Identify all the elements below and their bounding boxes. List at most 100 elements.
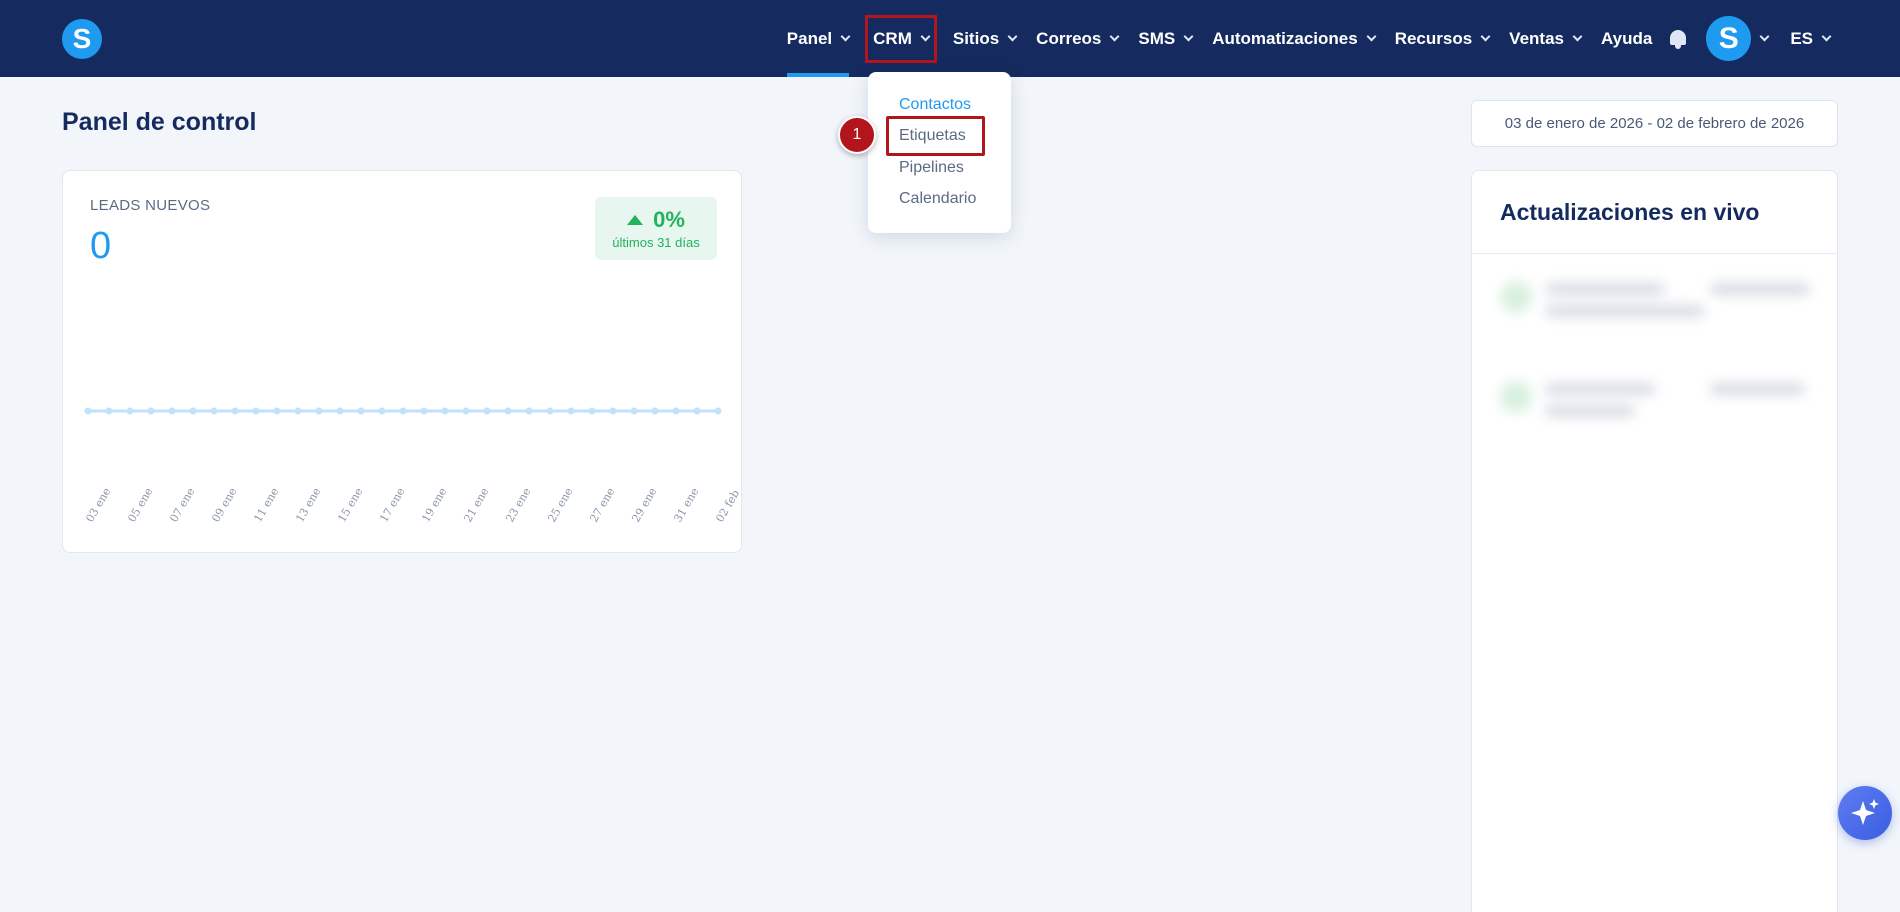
step-badge: 1	[838, 116, 876, 154]
data-point[interactable]	[189, 407, 197, 415]
bell-icon[interactable]	[1668, 28, 1688, 50]
data-point[interactable]	[651, 407, 659, 415]
x-tick-label: 09 ene	[209, 485, 239, 524]
data-point[interactable]	[546, 407, 554, 415]
x-tick-label: 17 ene	[377, 485, 407, 524]
chevron-down-icon	[1821, 31, 1832, 42]
data-point[interactable]	[378, 407, 386, 415]
data-point[interactable]	[399, 407, 407, 415]
blurred-text	[1710, 283, 1810, 295]
data-point[interactable]	[294, 407, 302, 415]
language-label: ES	[1790, 28, 1813, 48]
blurred-avatar	[1500, 281, 1532, 313]
x-tick-label: 05 ene	[125, 485, 155, 524]
chevron-down-icon	[840, 31, 851, 42]
x-tick-label: 27 ene	[587, 485, 617, 524]
chevron-down-icon	[1480, 31, 1491, 42]
live-updates-panel: Actualizaciones en vivo	[1471, 170, 1838, 912]
blurred-avatar	[1500, 381, 1532, 413]
data-point[interactable]	[357, 407, 365, 415]
chevron-down-icon	[1572, 31, 1583, 42]
x-tick-label: 07 ene	[167, 485, 197, 524]
nav-ayuda-label: Ayuda	[1600, 28, 1653, 48]
data-point[interactable]	[588, 407, 596, 415]
x-tick-label: 11 ene	[251, 485, 281, 524]
x-tick-label: 02 feb	[713, 488, 742, 525]
data-point[interactable]	[630, 407, 638, 415]
x-tick-label: 21 ene	[461, 485, 491, 524]
x-tick-label: 03 ene	[83, 485, 113, 524]
leads-chart: 03 ene 05 ene 07 ene 09 ene 11 ene 13 ene 15 e…	[83, 407, 742, 525]
bell-icon-clapper	[1675, 44, 1682, 49]
etiquetas-highlight-box	[886, 116, 985, 156]
page-title: Panel de control	[62, 108, 257, 136]
data-point[interactable]	[441, 407, 449, 415]
nav-crm[interactable]: CRM	[865, 14, 937, 63]
x-tick-label: 15 ene	[335, 485, 365, 524]
data-point[interactable]	[168, 407, 176, 415]
data-point[interactable]	[462, 407, 470, 415]
data-point[interactable]	[252, 407, 260, 415]
blurred-update-item	[1500, 371, 1815, 451]
chevron-down-icon	[1366, 31, 1377, 42]
data-point[interactable]	[420, 407, 428, 415]
nav-sms[interactable]: SMS	[1128, 0, 1202, 77]
data-point[interactable]	[231, 407, 239, 415]
nav-recursos-label: Recursos	[1394, 28, 1473, 48]
avatar: S	[1706, 16, 1752, 61]
nav-recursos[interactable]: Recursos	[1385, 0, 1499, 77]
data-point[interactable]	[504, 407, 512, 415]
data-point[interactable]	[336, 407, 344, 415]
nav-sms-label: SMS	[1138, 28, 1176, 48]
chevron-down-icon	[1759, 31, 1770, 42]
x-tick-label: 13 ene	[293, 485, 323, 524]
chevron-down-icon	[1183, 31, 1194, 42]
data-point[interactable]	[714, 407, 722, 415]
data-point[interactable]	[693, 407, 701, 415]
bell-icon-body	[1670, 29, 1687, 45]
nav-correos[interactable]: Correos	[1026, 0, 1128, 77]
nav-panel-label: Panel	[786, 28, 833, 48]
data-point[interactable]	[525, 407, 533, 415]
leads-card: LEADS NUEVOS 0 0% últimos 31 días 03 ene…	[62, 170, 742, 553]
nav-ventas[interactable]: Ventas	[1499, 0, 1591, 77]
data-point[interactable]	[273, 407, 281, 415]
data-point[interactable]	[105, 407, 113, 415]
sparkle-icon	[1851, 799, 1879, 825]
nav-sitios-label: Sitios	[952, 28, 1000, 48]
blurred-text	[1545, 305, 1705, 317]
data-point[interactable]	[483, 407, 491, 415]
nav-panel[interactable]: Panel	[777, 0, 859, 77]
blurred-text	[1545, 405, 1635, 417]
nav-sitios[interactable]: Sitios	[943, 0, 1026, 77]
data-point[interactable]	[609, 407, 617, 415]
data-point[interactable]	[210, 407, 218, 415]
data-point[interactable]	[672, 407, 680, 415]
x-tick-label: 29 ene	[629, 485, 659, 524]
blurred-text	[1710, 383, 1805, 395]
divider	[1472, 253, 1837, 254]
top-navigation-bar: S Panel CRM Sitios Correos SMS Automatiz…	[0, 0, 1900, 77]
nav-ayuda[interactable]: Ayuda	[1591, 0, 1662, 77]
x-tick-label: 19 ene	[419, 485, 449, 524]
menu-item-contactos[interactable]: Contactos	[899, 96, 971, 114]
brand-logo[interactable]: S	[62, 19, 102, 59]
data-point[interactable]	[126, 407, 134, 415]
data-point[interactable]	[315, 407, 323, 415]
date-range-picker[interactable]: 03 de enero de 2026 - 02 de febrero de 2…	[1471, 100, 1838, 147]
menu-item-pipelines[interactable]: Pipelines	[899, 159, 964, 177]
live-updates-title: Actualizaciones en vivo	[1500, 199, 1760, 225]
data-point[interactable]	[84, 407, 92, 415]
data-point[interactable]	[147, 407, 155, 415]
ai-assistant-button[interactable]	[1838, 786, 1892, 840]
main-nav: Panel CRM Sitios Correos SMS Automatizac…	[777, 0, 1840, 77]
nav-correos-label: Correos	[1036, 28, 1102, 48]
user-menu[interactable]: S	[1702, 16, 1780, 61]
language-selector[interactable]: ES	[1780, 0, 1840, 77]
x-tick-label: 23 ene	[503, 485, 533, 524]
nav-ventas-label: Ventas	[1509, 28, 1564, 48]
nav-crm-label: CRM	[873, 28, 912, 48]
nav-automatizaciones[interactable]: Automatizaciones	[1202, 0, 1384, 77]
menu-item-calendario[interactable]: Calendario	[899, 190, 976, 208]
data-point[interactable]	[567, 407, 575, 415]
